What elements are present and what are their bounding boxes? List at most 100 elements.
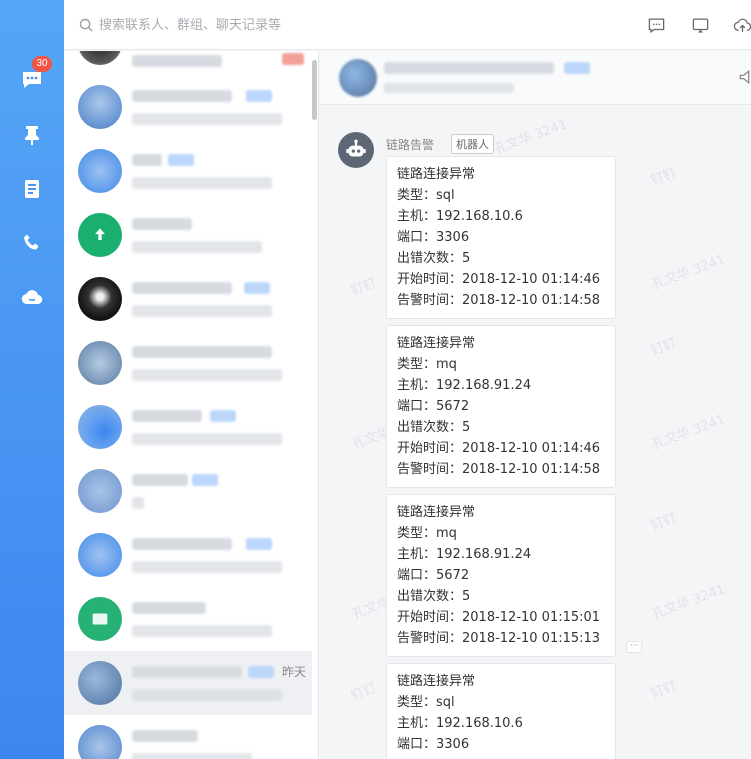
avatar [78, 533, 122, 577]
alert-title: 链路连接异常 [397, 336, 476, 351]
watermark: 钉钉 [348, 680, 379, 704]
conversation-preview [132, 369, 282, 381]
message-icon [648, 18, 664, 33]
bot-avatar[interactable] [338, 132, 374, 168]
alert-alarm-time: 告警时间：2018-12-10 01:15:13 [397, 631, 601, 646]
alert-alarm-time: 告警时间：2018-12-10 01:14:58 [397, 462, 601, 477]
avatar [78, 469, 122, 513]
alert-port: 端口：3306 [397, 230, 470, 245]
conversation-list: 昨天 [64, 51, 319, 759]
nav-rail: 30 [0, 0, 64, 759]
conversation-tag [192, 474, 218, 486]
alert-title: 链路连接异常 [397, 505, 476, 520]
chat-header [320, 51, 751, 105]
avatar [78, 597, 122, 641]
conversation-tag [210, 410, 236, 422]
conversation-name [132, 474, 188, 486]
conversation-preview [132, 753, 252, 759]
conversation-name [132, 410, 202, 422]
conversation-preview [132, 241, 262, 253]
alert-port: 端口：3306 [397, 737, 470, 752]
contacts-icon [25, 180, 39, 198]
conversation-preview [132, 625, 272, 637]
conversation-time: 昨天 [281, 665, 306, 679]
watermark: 孔文华 3241 [650, 252, 728, 293]
search-input[interactable] [99, 17, 319, 33]
alert-start-time: 开始时间：2018-12-10 01:14:46 [397, 441, 601, 456]
alert-start-time: 开始时间：2018-12-10 01:15:01 [397, 610, 601, 625]
avatar [78, 85, 122, 129]
conversation-name [132, 90, 232, 102]
robot-icon [346, 139, 366, 157]
nav-ding[interactable] [18, 121, 46, 149]
watermark: 钉钉 [648, 335, 679, 359]
message-button[interactable] [645, 14, 667, 36]
nav-cloud[interactable] [18, 284, 46, 312]
conversation-name [132, 282, 232, 294]
list-item[interactable] [64, 715, 312, 759]
conversation-name [132, 730, 198, 742]
alert-alarm-time: 告警时间：2018-12-10 01:14:58 [397, 293, 601, 308]
screen-share-button[interactable] [689, 14, 711, 36]
group-tag [564, 62, 590, 74]
list-item[interactable] [64, 395, 312, 459]
list-scrollbar[interactable] [312, 60, 317, 120]
conversation-preview [132, 177, 272, 189]
list-item[interactable] [64, 51, 312, 75]
avatar [78, 277, 122, 321]
message-bubble[interactable]: 链路连接异常 类型：mq 主机：192.168.91.24 端口：5672 出错… [386, 494, 616, 657]
alert-title: 链路连接异常 [397, 674, 476, 689]
status-badge [282, 53, 304, 65]
unread-badge: 30 [32, 56, 52, 72]
alert-title: 链路连接异常 [397, 167, 476, 182]
conversation-tag [246, 90, 272, 102]
watermark: 孔文华 3241 [650, 582, 728, 623]
watermark: 钉钉 [648, 165, 679, 189]
avatar [78, 725, 122, 759]
conversation-preview [132, 305, 272, 317]
conversation-name [132, 154, 162, 166]
list-item[interactable]: 昨天 [64, 651, 312, 715]
conversation-tag [246, 538, 272, 550]
message-bubble[interactable]: 链路连接异常 类型：sql 主机：192.168.10.6 端口：3306 出错… [386, 156, 616, 319]
watermark: 钉钉 [648, 510, 679, 534]
pin-icon [25, 126, 39, 145]
list-item[interactable] [64, 203, 312, 267]
list-item[interactable] [64, 459, 312, 523]
message-bubble[interactable]: 链路连接异常 类型：mq 主机：192.168.91.24 端口：5672 出错… [386, 325, 616, 488]
cloud-upload-button[interactable] [731, 14, 751, 36]
alert-port: 端口：5672 [397, 568, 470, 583]
alert-type: 类型：mq [397, 526, 457, 541]
watermark: 孔文华 3241 [650, 412, 728, 453]
alert-host: 主机：192.168.10.6 [397, 209, 523, 224]
list-item[interactable] [64, 75, 312, 139]
list-item[interactable] [64, 331, 312, 395]
conversation-tag [248, 666, 274, 678]
nav-contacts[interactable] [18, 175, 46, 203]
conversation-tag [244, 282, 270, 294]
avatar [78, 149, 122, 193]
conversation-name [132, 218, 192, 230]
conversation-preview [132, 497, 144, 509]
more-actions-button[interactable]: ··· [626, 641, 642, 653]
alert-error-count: 出错次数：5 [397, 251, 471, 266]
list-item[interactable] [64, 139, 312, 203]
alert-error-count: 出错次数：5 [397, 589, 471, 604]
cloud-icon [21, 290, 43, 305]
list-item[interactable] [64, 523, 312, 587]
avatar [78, 661, 122, 705]
nav-phone[interactable] [18, 229, 46, 257]
avatar [78, 213, 122, 257]
notification-icon[interactable] [737, 67, 751, 87]
list-item[interactable] [64, 587, 312, 651]
alert-error-count: 出错次数：5 [397, 420, 471, 435]
nav-chat[interactable]: 30 [18, 56, 52, 94]
group-subtitle [384, 83, 514, 93]
group-avatar[interactable] [339, 59, 377, 97]
avatar [78, 51, 122, 65]
search-box[interactable] [78, 14, 319, 36]
message-bubble[interactable]: 链路连接异常 类型：sql 主机：192.168.10.6 端口：3306 [386, 663, 616, 759]
top-bar [64, 0, 751, 50]
alert-type: 类型：mq [397, 357, 457, 372]
list-item[interactable] [64, 267, 312, 331]
